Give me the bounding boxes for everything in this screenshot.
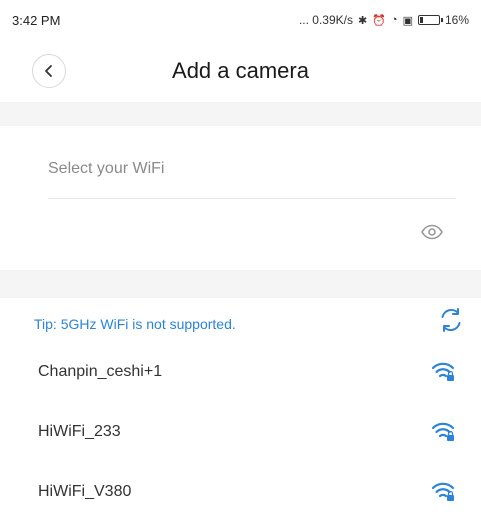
wifi-signal-icon: ◔ xyxy=(390,14,398,26)
section-separator-middle xyxy=(0,270,481,298)
network-item[interactable]: Chanpin_ceshi+1 xyxy=(0,342,481,402)
network-speed: ... 0.39K/s xyxy=(298,13,353,27)
status-icons: ... 0.39K/s ✱ ⏰ ◔ ▣ 16% xyxy=(299,13,469,27)
eye-icon[interactable] xyxy=(421,224,443,240)
bluetooth-icon: ✱ xyxy=(357,14,368,27)
select-wifi-field[interactable]: Select your WiFi xyxy=(48,160,164,178)
network-item[interactable]: HiWiFi_233 xyxy=(0,402,481,462)
status-time: 3:42 PM xyxy=(12,12,61,28)
field-divider xyxy=(48,198,456,199)
network-name: Chanpin_ceshi+1 xyxy=(38,363,163,380)
battery-icon xyxy=(417,15,443,25)
section-separator-top xyxy=(0,102,481,126)
back-button[interactable] xyxy=(32,54,66,88)
alarm-icon: ⏰ xyxy=(372,14,386,27)
tip-text: Tip: 5GHz WiFi is not supported. xyxy=(34,316,236,332)
wifi-lock-icon xyxy=(431,482,455,501)
network-name: HiWiFi_V380 xyxy=(38,483,132,500)
refresh-icon[interactable] xyxy=(438,307,464,333)
battery-percent: 16% xyxy=(444,13,469,27)
network-list: Chanpin_ceshi+1 HiWiFi_233 HiWiFi_V380 xyxy=(0,342,481,522)
header: Add a camera xyxy=(0,40,481,102)
wifi-lock-icon xyxy=(431,422,455,441)
wifi-lock-icon xyxy=(431,362,455,381)
status-bar: 3:42 PM ... 0.39K/s ✱ ⏰ ◔ ▣ 16% xyxy=(0,0,481,40)
network-item[interactable]: HiWiFi_V380 xyxy=(0,462,481,522)
battery-fill xyxy=(419,17,423,23)
chevron-left-icon xyxy=(45,65,52,77)
page-title: Add a camera xyxy=(172,58,309,83)
network-name: HiWiFi_233 xyxy=(38,423,121,440)
sim-icon: ▣ xyxy=(402,14,413,27)
